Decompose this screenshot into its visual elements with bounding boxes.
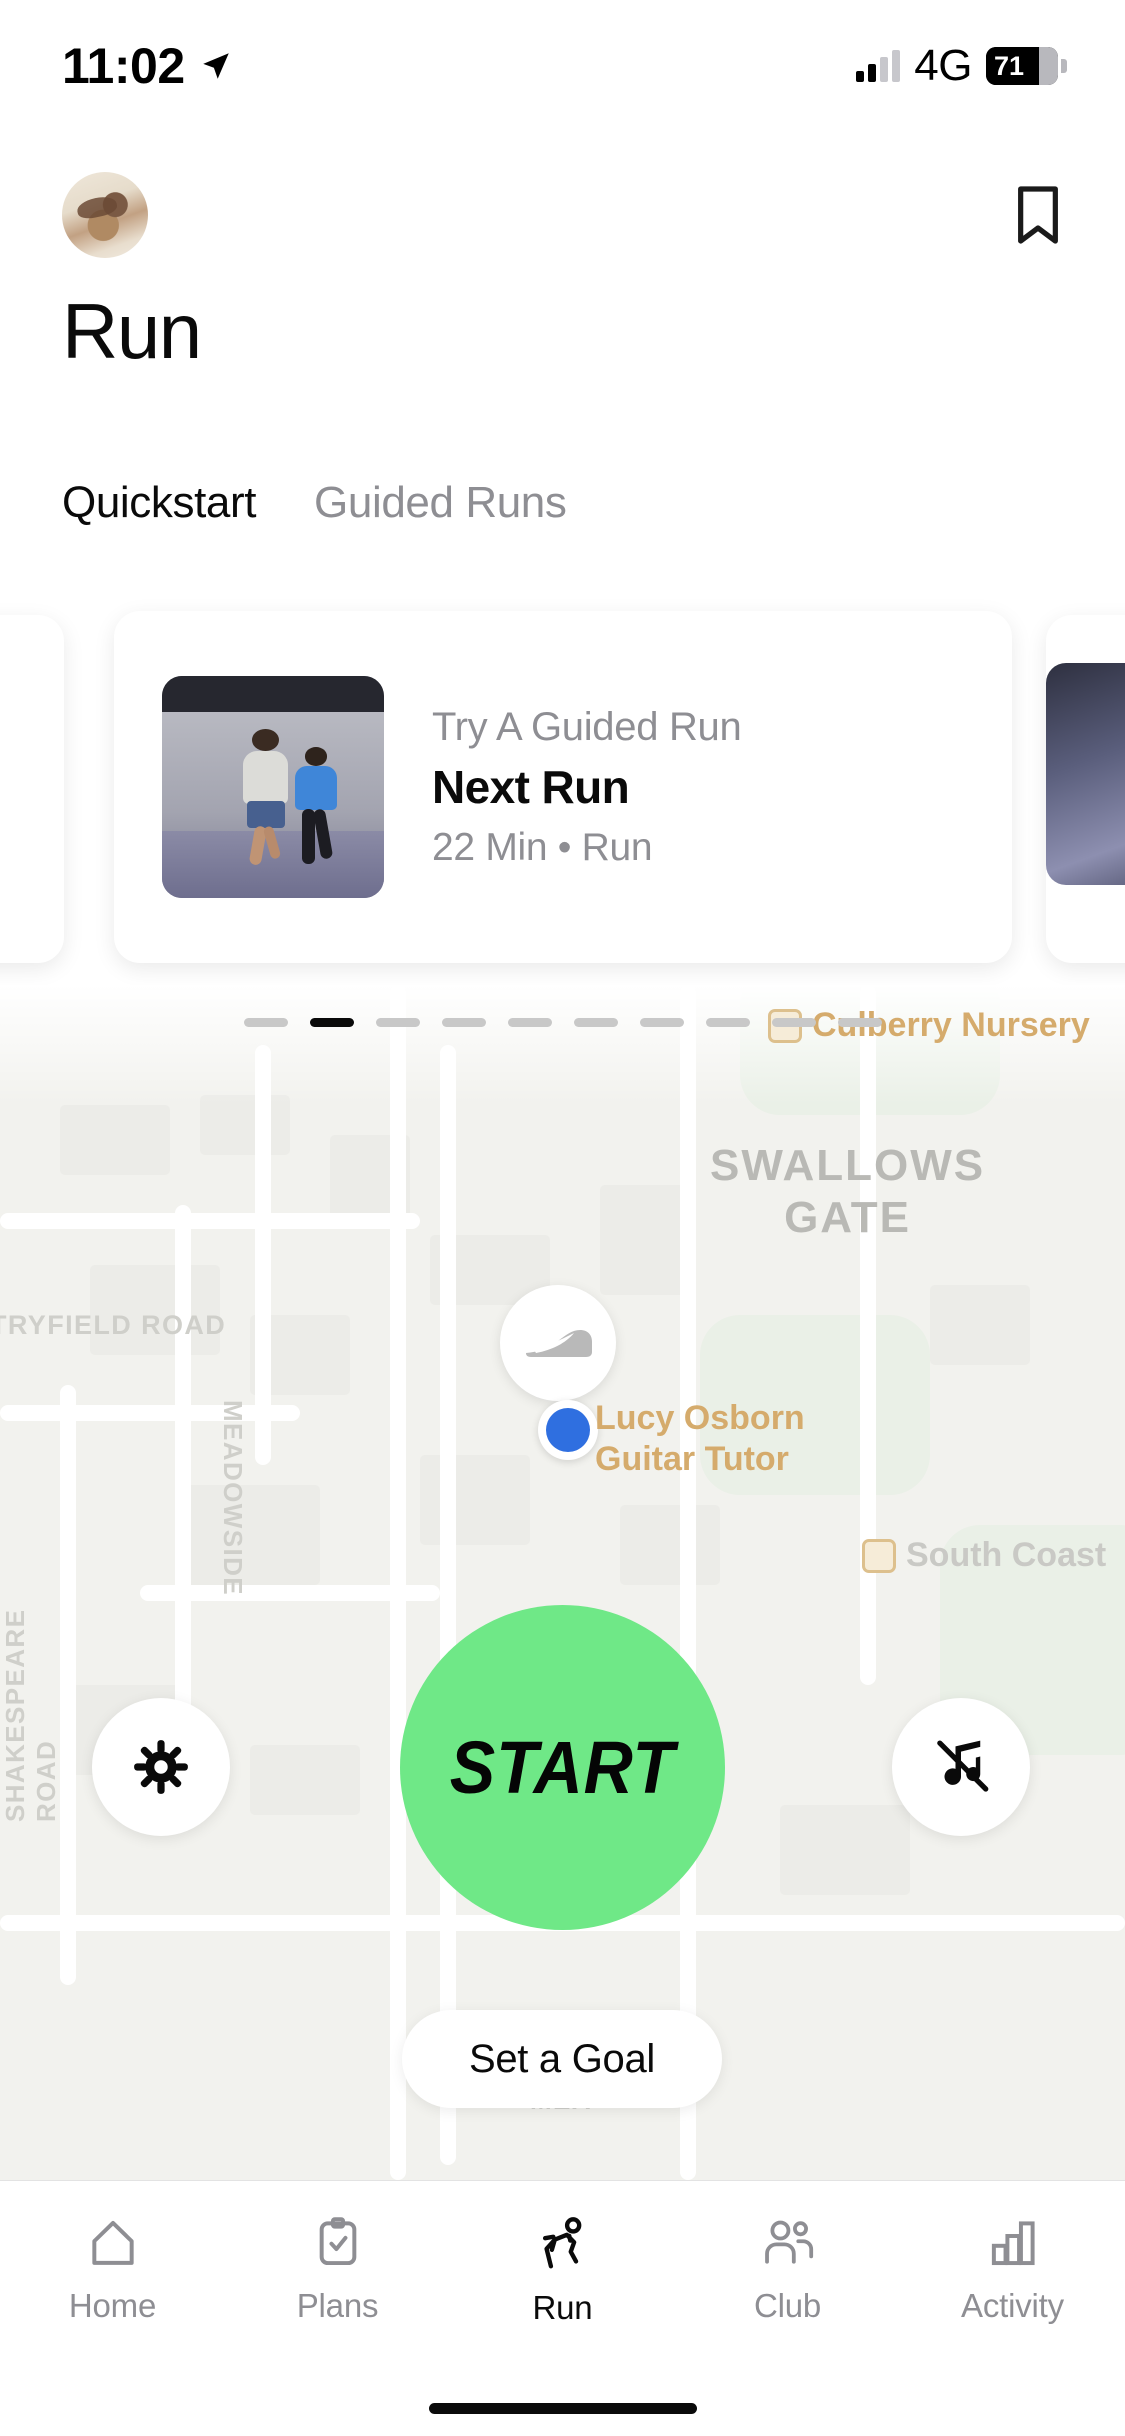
street-label-shakespeare-road: SHAKESPEARE ROAD — [0, 1608, 61, 1822]
card-thumbnail — [162, 676, 384, 898]
avatar[interactable] — [62, 172, 148, 258]
card-text-block: Try A Guided Run Next Run 22 Min • Run — [432, 704, 742, 870]
poi-icon — [862, 1539, 896, 1573]
carousel-page-indicator[interactable] — [0, 1018, 1125, 1027]
status-time: 11:02 — [62, 38, 185, 94]
nav-item-club[interactable]: Club — [675, 2181, 900, 2325]
signal-bars-icon — [856, 50, 901, 82]
bar-chart-icon — [991, 2221, 1035, 2266]
page-title: Run — [62, 287, 202, 375]
bookmark-button[interactable] — [1007, 180, 1069, 250]
guided-run-carousel[interactable]: Try A Guided Run Next Run 22 Min • Run — [0, 595, 1125, 985]
shoe-icon — [526, 1330, 592, 1357]
map-area-label: SWALLOWS GATE — [710, 1141, 986, 1242]
street-label-meadowside: MEADOWSIDE — [218, 1400, 248, 1596]
status-bar: 11:02 4G 71 — [0, 0, 1125, 132]
page-dot[interactable] — [375, 1018, 420, 1027]
bottom-navigation: Home Plans Run Club Activity — [0, 2180, 1125, 2436]
card-meta: 22 Min • Run — [432, 825, 653, 869]
set-a-goal-button[interactable]: Set a Goal — [402, 2010, 722, 2108]
start-run-button[interactable]: START — [400, 1605, 725, 1930]
bookmark-icon — [1018, 186, 1058, 244]
nav-item-plans[interactable]: Plans — [225, 2181, 450, 2325]
street-label-tryfield: TRYFIELD ROAD — [0, 1310, 227, 1340]
app-header — [0, 150, 1125, 280]
nav-label: Home — [68, 2287, 157, 2324]
carousel-card-active[interactable]: Try A Guided Run Next Run 22 Min • Run — [114, 611, 1012, 963]
nav-label: Run — [532, 2289, 593, 2326]
page-dot-active[interactable] — [309, 1018, 354, 1027]
page-dot[interactable] — [771, 1018, 816, 1027]
people-icon — [764, 2220, 813, 2264]
nav-label: Club — [753, 2287, 822, 2324]
nav-label: Activity — [961, 2287, 1064, 2324]
nav-item-run[interactable]: Run — [450, 2181, 675, 2327]
current-location-dot — [538, 1400, 598, 1460]
network-label: 4G — [914, 41, 972, 90]
page-dot[interactable] — [639, 1018, 684, 1027]
poi-label: Lucy Osborn Guitar Tutor — [595, 1399, 805, 1479]
start-button-label: START — [449, 1726, 676, 1809]
set-a-goal-label: Set a Goal — [468, 2036, 655, 2081]
battery-indicator: 71 — [986, 47, 1067, 85]
settings-button[interactable] — [92, 1698, 230, 1836]
location-arrow-icon — [202, 53, 229, 79]
poi-label: South Coast — [906, 1536, 1107, 1574]
nav-item-home[interactable]: Home — [0, 2181, 225, 2325]
tab-bar: Quickstart Guided Runs — [62, 478, 567, 528]
page-dot[interactable] — [705, 1018, 750, 1027]
status-bar-right: 4G 71 — [856, 41, 1067, 91]
card-title: Next Run — [432, 760, 630, 813]
clipboard-check-icon — [319, 2217, 356, 2266]
battery-percent: 71 — [994, 50, 1025, 81]
music-note-muted-icon — [937, 1740, 989, 1792]
page-dot[interactable] — [837, 1018, 882, 1027]
page-dot[interactable] — [243, 1018, 288, 1027]
map-view[interactable]: SWALLOWS GATE — [0, 985, 1125, 2180]
tab-quickstart[interactable]: Quickstart — [62, 478, 256, 528]
page-dot[interactable] — [573, 1018, 618, 1027]
tab-guided-runs[interactable]: Guided Runs — [314, 478, 567, 528]
nav-label: Plans — [296, 2287, 379, 2324]
music-button[interactable] — [892, 1698, 1030, 1836]
home-indicator — [428, 2403, 697, 2414]
page-dot[interactable] — [441, 1018, 486, 1027]
home-icon — [91, 2220, 134, 2265]
carousel-card-next[interactable] — [1046, 615, 1125, 963]
status-bar-left: 11:02 — [62, 37, 233, 95]
card-eyebrow: Try A Guided Run — [432, 704, 742, 749]
nav-item-activity[interactable]: Activity — [900, 2181, 1125, 2325]
gear-icon — [134, 1740, 188, 1794]
nike-shoe-marker[interactable] — [500, 1285, 616, 1401]
poi-lucy-osborn[interactable]: Lucy Osborn Guitar Tutor — [595, 1398, 805, 1481]
carousel-card-previous[interactable] — [0, 615, 64, 963]
page-dot[interactable] — [507, 1018, 552, 1027]
running-person-icon — [542, 2217, 581, 2269]
poi-south-coast[interactable]: South Coast — [862, 1535, 1106, 1576]
